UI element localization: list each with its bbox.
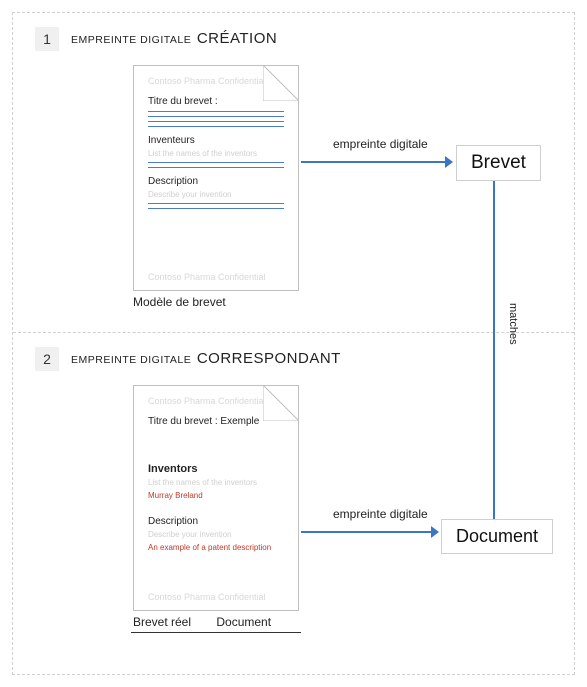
- description-hint: Describe your invention: [148, 190, 284, 199]
- inventors-section: Inventors List the names of the inventor…: [148, 463, 284, 508]
- step-number-2-text: 2: [43, 351, 51, 367]
- line: [148, 126, 284, 127]
- description-section: Description Describe your invention An e…: [148, 516, 284, 560]
- line: [148, 121, 284, 122]
- wave-line: [148, 437, 284, 441]
- fingerprint-label-2: empreinte digitale: [333, 507, 428, 521]
- fingerprint-arrow-1: [301, 155, 453, 169]
- document-box: Document: [441, 519, 553, 554]
- step-label-2-small: EMPREINTE DIGITALE: [71, 354, 191, 366]
- wave-line: [148, 430, 284, 434]
- inventors-hint: List the names of the inventors: [148, 149, 284, 158]
- line: [148, 208, 284, 209]
- description-section: Description Describe your invention: [148, 176, 284, 209]
- real-caption-a: Brevet réel: [133, 615, 191, 629]
- diagram-canvas: 1 EMPREINTE DIGITALE CRÉATION Contoso Ph…: [12, 12, 575, 675]
- title-section: Titre du brevet : Exemple: [148, 416, 284, 455]
- inventors-section: Inventeurs List the names of the invento…: [148, 135, 284, 168]
- line: [148, 203, 284, 204]
- fingerprint-label-1: empreinte digitale: [333, 137, 428, 151]
- description-hint: Describe your invention: [148, 530, 284, 539]
- brevet-box: Brevet: [456, 145, 541, 181]
- page-fold-icon: [263, 385, 299, 421]
- document-label: Document: [456, 526, 538, 546]
- step-label-1: EMPREINTE DIGITALE CRÉATION: [71, 30, 277, 47]
- real-caption-b: Document: [216, 615, 271, 629]
- step-label-1-small: EMPREINTE DIGITALE: [71, 34, 191, 46]
- step-label-2: EMPREINTE DIGITALE CORRESPONDANT: [71, 350, 341, 367]
- line: [148, 111, 284, 112]
- caption-underline: [131, 632, 301, 633]
- description-label: Description: [148, 516, 284, 527]
- fingerprint-arrow-2: [301, 525, 439, 539]
- inventors-label: Inventors: [148, 463, 284, 475]
- step-number-2: 2: [35, 347, 59, 371]
- section-matching: 2 EMPREINTE DIGITALE CORRESPONDANT Conto…: [13, 333, 574, 674]
- brevet-label: Brevet: [471, 152, 526, 173]
- page-fold-icon: [263, 65, 299, 101]
- inventors-hint: List the names of the inventors: [148, 478, 284, 487]
- wave-line: [148, 444, 284, 448]
- wave-line: [148, 451, 284, 455]
- wave-line: [148, 556, 284, 560]
- step-label-1-big: CRÉATION: [197, 30, 277, 47]
- description-label: Description: [148, 176, 284, 187]
- template-caption: Modèle de brevet: [133, 295, 226, 309]
- inventors-label: Inventeurs: [148, 135, 284, 146]
- inventors-value: Murray Breland: [148, 491, 284, 500]
- line: [148, 162, 284, 163]
- confidential-footer: Contoso Pharma Confidential: [148, 592, 266, 602]
- confidential-footer: Contoso Pharma Confidential: [148, 272, 266, 282]
- description-value: An example of a patent description: [148, 543, 284, 552]
- line: [148, 116, 284, 117]
- step-label-2-big: CORRESPONDANT: [197, 350, 341, 367]
- real-document: Contoso Pharma Confidential Titre du bre…: [133, 385, 299, 611]
- wave-line: [148, 504, 284, 508]
- real-caption: Brevet réel Document: [133, 615, 271, 629]
- line: [148, 167, 284, 168]
- step-number-1: 1: [35, 27, 59, 51]
- step-number-1-text: 1: [43, 31, 51, 47]
- template-document: Contoso Pharma Confidential Titre du bre…: [133, 65, 299, 291]
